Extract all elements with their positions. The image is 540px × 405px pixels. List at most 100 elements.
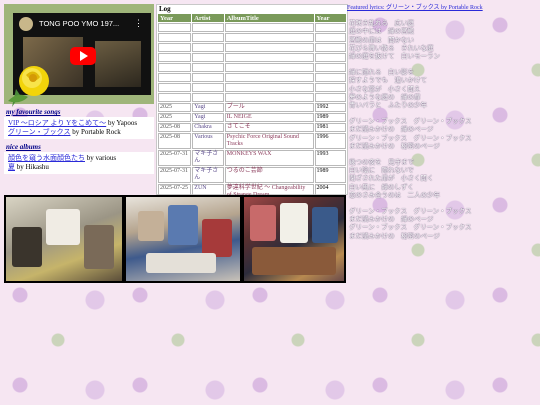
table-cell bbox=[158, 93, 192, 102]
log-year-cell: 1992 bbox=[314, 103, 346, 112]
log-artist-cell: マキ子さん bbox=[192, 167, 224, 183]
lyric-line: グリーン・ブックス グリーン・ブックス bbox=[349, 224, 472, 232]
table-cell bbox=[158, 53, 192, 62]
album-artist: by various bbox=[85, 154, 117, 162]
table-cell bbox=[314, 63, 346, 72]
table-cell bbox=[314, 33, 346, 42]
table-cell bbox=[158, 33, 192, 42]
lyric-line: 花びら舞い散る きれいな庭 bbox=[349, 44, 434, 52]
lyric-line: 青いバラと ふたりの少年 bbox=[349, 102, 427, 110]
table-row-empty bbox=[158, 23, 346, 32]
lyric-line: 宮殿の扉は 開かない bbox=[349, 36, 414, 44]
play-button-icon[interactable] bbox=[70, 47, 96, 65]
photo-strip bbox=[4, 195, 346, 283]
table-cell bbox=[192, 63, 224, 72]
lyric-line: 緑の庭を抜けて 白いモーラン bbox=[349, 53, 440, 61]
table-row: 2025-08 Chakra さてこそ 1981 bbox=[158, 123, 346, 132]
stanza-gap bbox=[347, 151, 537, 159]
favourite-songs-heading: my favourite songs bbox=[6, 108, 61, 116]
table-cell bbox=[314, 93, 346, 102]
lyric-line: まだ読みかけの 秘密のページ bbox=[349, 142, 440, 150]
album-link[interactable]: 顔色を窺う水面顔色たち bbox=[8, 154, 85, 162]
lyric-line: 白い風に 緑のしずく bbox=[349, 183, 414, 191]
column-header: Year bbox=[314, 14, 346, 22]
favourites-panel: my favourite songs VIP ～ロシア より Yをこめて～ by… bbox=[4, 104, 154, 174]
table-row: 2025 Yagi ブール 1992 bbox=[158, 103, 346, 112]
log-body: 2025 Yagi ブール 1992 2025 Yagi IL NEIGE 1989 2025-… bbox=[158, 23, 346, 217]
log-artist-cell: Various bbox=[192, 133, 224, 149]
column-header: Year bbox=[158, 14, 192, 22]
table-row-empty bbox=[158, 43, 346, 52]
log-year-cell: 1996 bbox=[314, 133, 346, 149]
log-date-cell: 2025 bbox=[158, 113, 192, 122]
lyric-line: 恋のさみ合うのは 二人の少年 bbox=[349, 191, 440, 199]
album-link[interactable]: 夏 bbox=[8, 163, 15, 171]
song-link[interactable]: VIP ～ロシア より Yをこめて～ bbox=[8, 119, 106, 127]
list-item: 夏 by Hikashu bbox=[8, 163, 150, 172]
lyrics-body: 花咲き乱れる 広い庭 庭の中には 緑の宮殿 宮殿の扉は 開かない 花びら舞い散る きれ… bbox=[347, 12, 537, 241]
log-artist-cell: マキ子さん bbox=[192, 150, 224, 166]
table-cell bbox=[192, 23, 224, 32]
lyric-line: 庭の中には 緑の宮殿 bbox=[349, 28, 414, 36]
log-title: Log bbox=[159, 5, 171, 13]
list-item: VIP ～ロシア より Yをこめて～ by Yapoos bbox=[8, 119, 150, 128]
video-frame: TONG POO YMO 197... ⋮ bbox=[4, 4, 154, 107]
yellow-rose-icon bbox=[8, 66, 49, 107]
table-row-empty bbox=[158, 73, 346, 82]
favourite-songs-list: VIP ～ロシア より Yをこめて～ by Yapoos グリーン・ブックス b… bbox=[4, 117, 154, 139]
log-date-cell: 2025 bbox=[158, 103, 192, 112]
table-cell bbox=[224, 63, 314, 72]
video-title[interactable]: TONG POO YMO 197... bbox=[39, 19, 119, 28]
photo-collection-1 bbox=[6, 197, 122, 281]
table-cell bbox=[192, 73, 224, 82]
table-cell bbox=[314, 23, 346, 32]
log-table: Year Artist AlbumTitle Year 2025 Yagi ブール 1… bbox=[157, 13, 347, 218]
nice-albums-list: 顔色を窺う水面顔色たち by various 夏 by Hikashu bbox=[4, 152, 154, 174]
column-header: AlbumTitle bbox=[224, 14, 314, 22]
lyric-line: まだ読みかけの 秘密のページ bbox=[349, 232, 440, 240]
log-artist-cell: Yagi bbox=[192, 103, 224, 112]
table-cell bbox=[224, 33, 314, 42]
channel-avatar[interactable] bbox=[19, 17, 33, 31]
table-cell bbox=[224, 23, 314, 32]
table-cell bbox=[314, 53, 346, 62]
log-date-cell: 2025-08 bbox=[158, 133, 192, 149]
stanza-gap bbox=[347, 12, 537, 20]
featured-lyrics-heading[interactable]: Featured lyrics: グリーン・ブックス by Portable R… bbox=[347, 4, 537, 12]
table-cell bbox=[158, 83, 192, 92]
list-item: 顔色を窺う水面顔色たち by various bbox=[8, 154, 150, 163]
log-album-cell: さてこそ bbox=[224, 123, 314, 132]
lyric-line: 閉ざされた扉が 小さく開く bbox=[349, 175, 434, 183]
table-cell bbox=[224, 53, 314, 62]
log-album-cell: ブール bbox=[224, 103, 314, 112]
listening-log: Log Year Artist AlbumTitle Year 2025 Yagi… bbox=[156, 4, 348, 217]
log-year-cell: 1993 bbox=[314, 150, 346, 166]
table-cell bbox=[192, 43, 224, 52]
table-cell bbox=[192, 93, 224, 102]
table-cell bbox=[158, 63, 192, 72]
table-cell bbox=[192, 53, 224, 62]
table-row: 2025-07-31 マキ子さん つるのこ芸節 1989 bbox=[158, 167, 346, 183]
log-album-cell: Psychic Force Original Sound Tracks bbox=[224, 133, 314, 149]
list-item: グリーン・ブックス by Portable Rock bbox=[8, 128, 150, 137]
photo-collection-3 bbox=[244, 197, 344, 281]
log-album-cell: つるのこ芸節 bbox=[224, 167, 314, 183]
video-menu-icon[interactable]: ⋮ bbox=[134, 18, 143, 29]
table-cell bbox=[192, 33, 224, 42]
lyric-line: 探すようでも 追いかけて bbox=[349, 77, 427, 85]
column-header: Artist bbox=[192, 14, 224, 22]
table-row: 2025-08 Various Psychic Force Original Sou… bbox=[158, 133, 346, 149]
log-year-cell: 1981 bbox=[314, 123, 346, 132]
table-cell bbox=[158, 23, 192, 32]
log-header-row: Year Artist AlbumTitle Year bbox=[158, 14, 346, 22]
video-thumbnail-art-2 bbox=[95, 41, 141, 87]
table-cell bbox=[158, 43, 192, 52]
song-link[interactable]: グリーン・ブックス bbox=[8, 128, 70, 136]
log-year-cell: 1989 bbox=[314, 167, 346, 183]
table-cell bbox=[192, 83, 224, 92]
table-row: 2025-07-31 マキ子さん MONKEYS WAX 1993 bbox=[158, 150, 346, 166]
lyric-line: グリーン・ブックス グリーン・ブックス bbox=[349, 134, 472, 142]
table-cell bbox=[314, 83, 346, 92]
table-cell bbox=[314, 43, 346, 52]
nice-albums-heading: nice albums bbox=[6, 143, 41, 151]
